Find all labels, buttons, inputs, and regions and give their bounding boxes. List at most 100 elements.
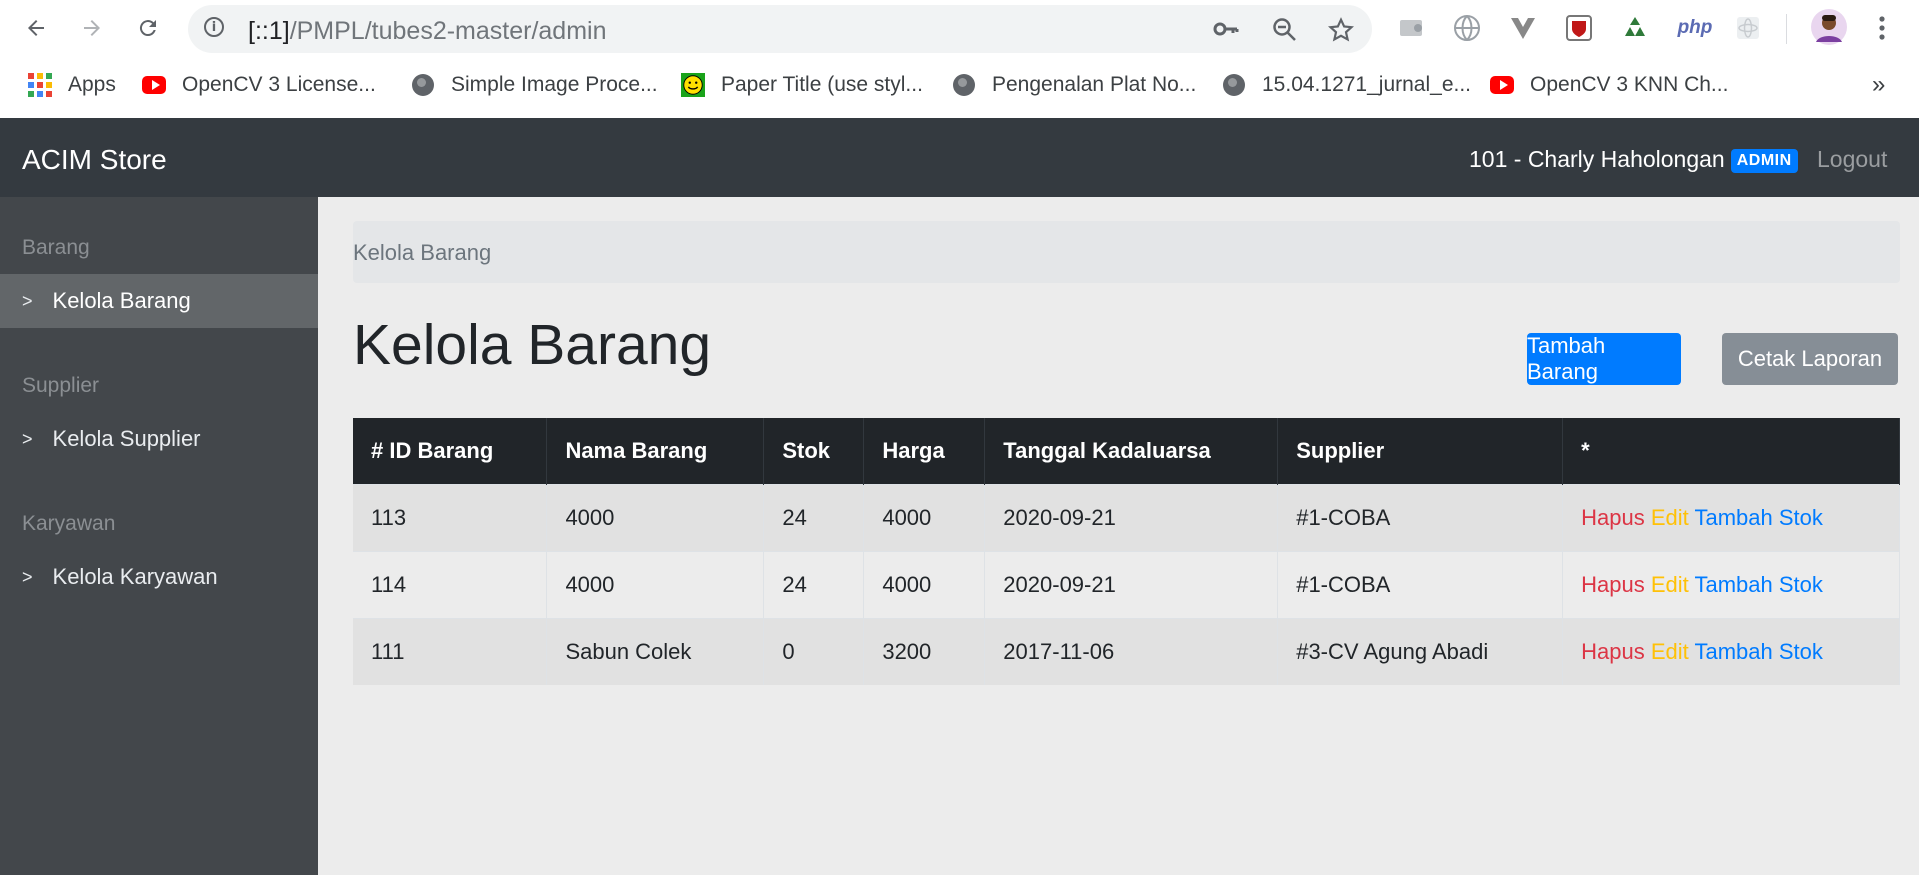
cell-supplier: #3-CV Agung Abadi xyxy=(1277,618,1564,685)
youtube-icon xyxy=(142,73,166,97)
main-content: Kelola Barang Kelola Barang Tambah Baran… xyxy=(318,197,1919,875)
table-row: 111 Sabun Colek 0 3200 2017-11-06 #3-CV … xyxy=(353,618,1900,685)
globe-icon xyxy=(1222,73,1246,97)
print-report-button[interactable]: Cetak Laporan xyxy=(1722,333,1898,385)
cell-expiry: 2020-09-21 xyxy=(984,484,1279,552)
profile-avatar[interactable] xyxy=(1810,8,1848,46)
table-header-row: # ID Barang Nama Barang Stok Harga Tangg… xyxy=(353,418,1900,485)
vue-extension-icon[interactable] xyxy=(1507,12,1539,44)
column-header: Harga xyxy=(863,418,986,485)
star-icon[interactable] xyxy=(1327,17,1355,47)
cell-stock: 0 xyxy=(763,618,865,685)
bookmark-item[interactable]: OpenCV 3 KNN Ch... xyxy=(1490,70,1728,100)
sidebar-item-kelola-barang[interactable]: > Kelola Barang xyxy=(0,274,318,328)
forward-icon[interactable] xyxy=(74,10,110,46)
chevron-right-icon: > xyxy=(22,290,33,311)
add-stock-link[interactable]: Tambah Stok xyxy=(1694,505,1822,530)
bookmark-label: OpenCV 3 License... xyxy=(182,73,376,96)
reload-icon[interactable] xyxy=(130,10,166,46)
cell-name: 4000 xyxy=(546,484,765,552)
add-stock-link[interactable]: Tambah Stok xyxy=(1694,572,1822,597)
sidebar-item-label: Kelola Supplier xyxy=(52,426,201,451)
recycle-extension-icon[interactable] xyxy=(1619,12,1651,44)
bookmark-label: Apps xyxy=(68,73,116,96)
edit-link[interactable]: Edit xyxy=(1651,639,1689,664)
smiley-icon xyxy=(681,73,705,97)
sidebar-item-label: Kelola Barang xyxy=(52,288,191,313)
sidebar: Barang > Kelola Barang Supplier > Kelola… xyxy=(0,197,318,875)
chevron-right-icon: > xyxy=(22,428,33,449)
sidebar-item-kelola-karyawan[interactable]: > Kelola Karyawan xyxy=(0,550,318,604)
breadcrumb-item: Kelola Barang xyxy=(353,240,492,265)
youtube-icon xyxy=(1490,73,1514,97)
cell-price: 4000 xyxy=(863,551,986,619)
bookmark-item[interactable]: OpenCV 3 License... xyxy=(142,70,376,100)
cell-price: 4000 xyxy=(863,484,986,552)
menu-kebab-icon[interactable] xyxy=(1866,12,1898,44)
cell-supplier: #1-COBA xyxy=(1277,551,1564,619)
edit-link[interactable]: Edit xyxy=(1651,572,1689,597)
bookmark-item[interactable]: Simple Image Proce... xyxy=(411,70,658,100)
toolbar-divider xyxy=(1786,14,1787,44)
cell-id: 111 xyxy=(353,618,548,685)
delete-link[interactable]: Hapus xyxy=(1581,639,1645,664)
bookmark-item[interactable]: Pengenalan Plat No... xyxy=(952,70,1196,100)
sidebar-item-kelola-supplier[interactable]: > Kelola Supplier xyxy=(0,412,318,466)
column-header: Supplier xyxy=(1277,418,1564,485)
zoom-out-icon[interactable] xyxy=(1272,17,1298,47)
cell-name: 4000 xyxy=(546,551,765,619)
mcafee-extension-icon[interactable] xyxy=(1563,12,1595,44)
back-icon[interactable] xyxy=(18,10,54,46)
cell-actions: Hapus Edit Tambah Stok xyxy=(1562,551,1900,619)
key-icon[interactable] xyxy=(1213,17,1239,45)
bookmark-apps[interactable]: Apps xyxy=(28,70,116,100)
address-bar[interactable]: i [::1]/PMPL/tubes2-master/admin xyxy=(188,5,1372,53)
table-row: 113 4000 24 4000 2020-09-21 #1-COBA Hapu… xyxy=(353,484,1900,552)
delete-link[interactable]: Hapus xyxy=(1581,572,1645,597)
add-stock-link[interactable]: Tambah Stok xyxy=(1694,639,1822,664)
bookmark-item[interactable]: 15.04.1271_jurnal_e... xyxy=(1222,70,1471,100)
chevron-right-icon: > xyxy=(22,566,33,587)
php-extension-icon[interactable]: php xyxy=(1674,12,1716,44)
browser-chrome: i [::1]/PMPL/tubes2-master/admin php App… xyxy=(0,0,1919,119)
column-header: # ID Barang xyxy=(353,418,548,485)
sidebar-item-label: Kelola Karyawan xyxy=(52,564,218,589)
user-name: 101 - Charly Haholongan xyxy=(1469,146,1725,172)
app-navbar: ACIM Store 101 - Charly Haholongan ADMIN … xyxy=(0,118,1919,197)
bookmark-item[interactable]: Paper Title (use styl... xyxy=(681,70,923,100)
info-icon[interactable]: i xyxy=(204,17,224,37)
bookmark-label: OpenCV 3 KNN Ch... xyxy=(1530,73,1729,96)
chevron-double-right-icon: » xyxy=(1872,71,1886,98)
cell-supplier: #1-COBA xyxy=(1277,484,1564,552)
edit-link[interactable]: Edit xyxy=(1651,505,1689,530)
brand-link[interactable]: ACIM Store xyxy=(22,144,167,176)
globe-extension-icon[interactable] xyxy=(1451,12,1483,44)
cell-stock: 24 xyxy=(763,484,865,552)
column-header: Stok xyxy=(763,418,865,485)
cell-price: 3200 xyxy=(863,618,986,685)
cell-expiry: 2017-11-06 xyxy=(984,618,1279,685)
cell-id: 113 xyxy=(353,484,548,552)
column-header: * xyxy=(1562,418,1900,485)
breadcrumb: Kelola Barang xyxy=(353,221,1900,283)
bookmarks-overflow-button[interactable]: » xyxy=(1872,70,1885,100)
logout-link[interactable]: Logout xyxy=(1817,146,1887,173)
react-extension-icon[interactable] xyxy=(1732,12,1764,44)
delete-link[interactable]: Hapus xyxy=(1581,505,1645,530)
add-item-button[interactable]: Tambah Barang xyxy=(1527,333,1681,385)
items-table: # ID Barang Nama Barang Stok Harga Tangg… xyxy=(353,418,1900,685)
column-header: Nama Barang xyxy=(546,418,765,485)
bookmark-label: Pengenalan Plat No... xyxy=(992,73,1197,96)
url-text[interactable]: [::1]/PMPL/tubes2-master/admin xyxy=(248,17,606,46)
sidebar-heading-barang: Barang xyxy=(22,236,90,259)
sidebar-heading-karyawan: Karyawan xyxy=(22,512,116,535)
cell-actions: Hapus Edit Tambah Stok xyxy=(1562,484,1900,552)
cast-extension-icon[interactable] xyxy=(1396,12,1428,44)
page-title: Kelola Barang xyxy=(353,313,712,377)
table-row: 114 4000 24 4000 2020-09-21 #1-COBA Hapu… xyxy=(353,551,1900,619)
globe-icon xyxy=(952,73,976,97)
role-badge: ADMIN xyxy=(1730,149,1798,173)
apps-grid-icon xyxy=(28,73,52,97)
cell-actions: Hapus Edit Tambah Stok xyxy=(1562,618,1900,685)
cell-id: 114 xyxy=(353,551,548,619)
